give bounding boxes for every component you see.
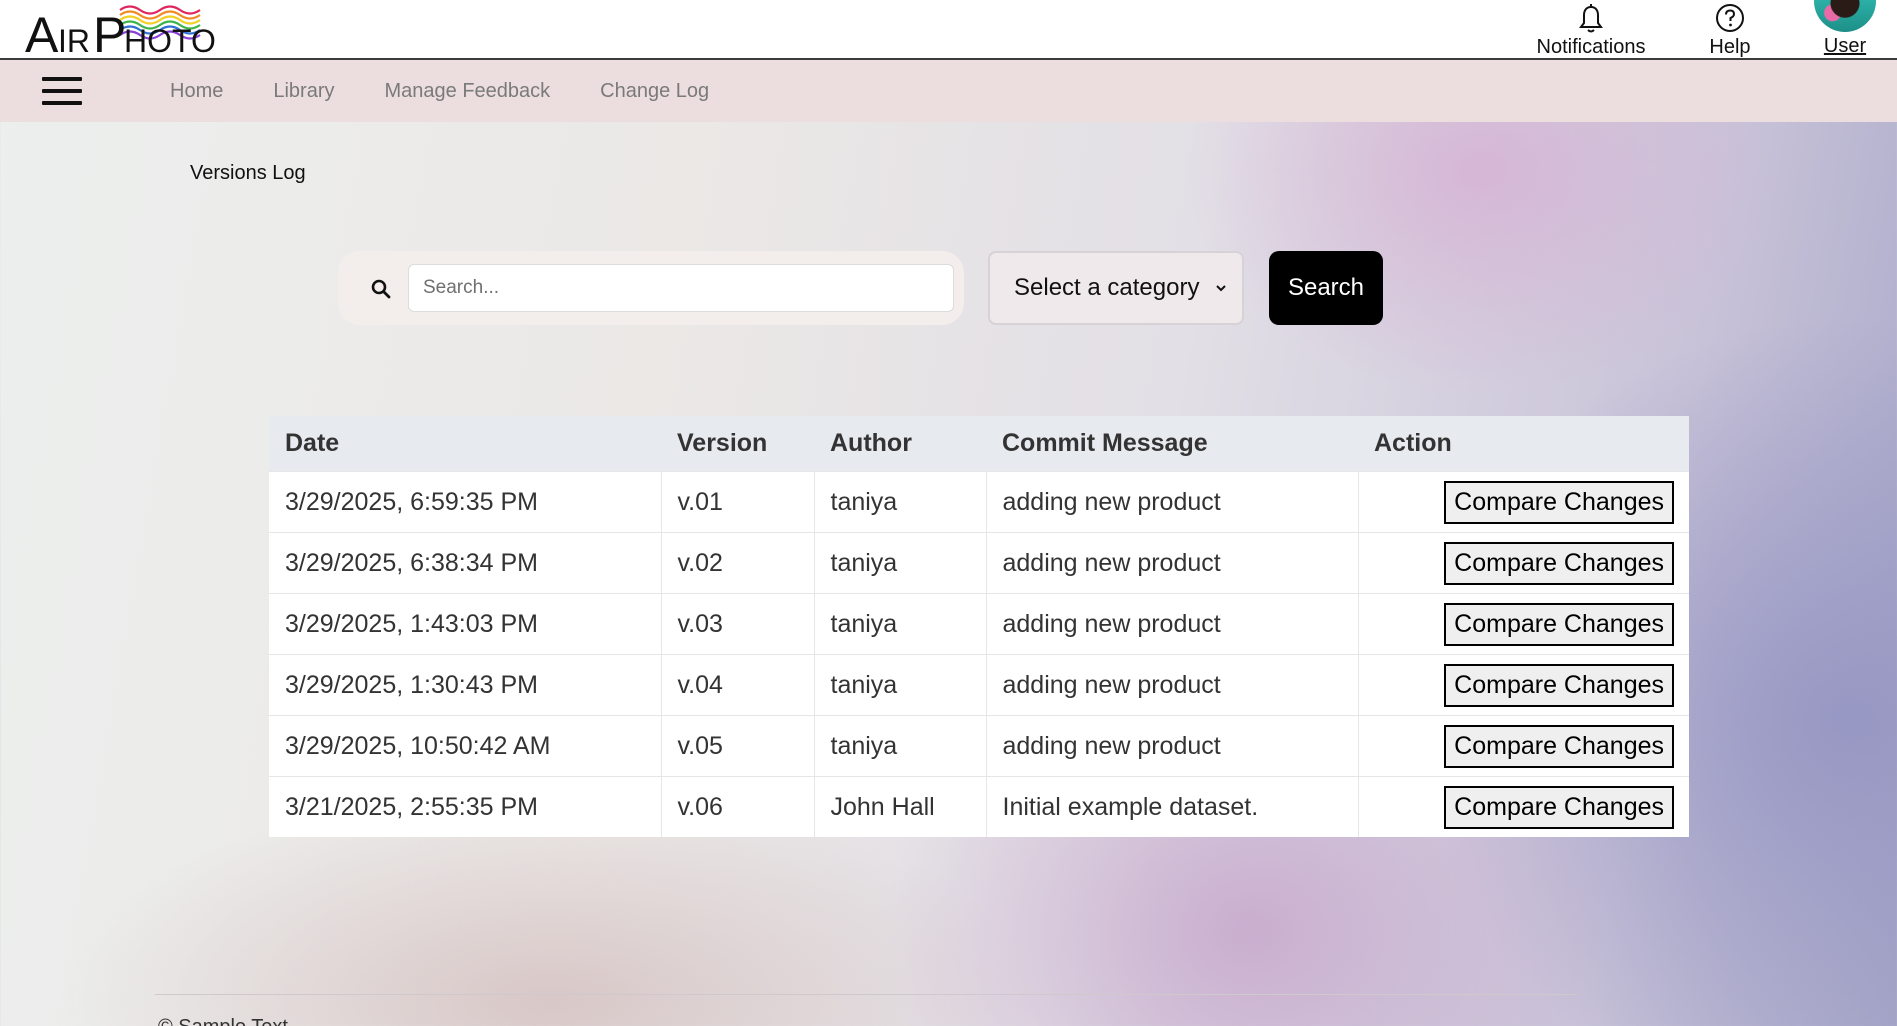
avatar <box>1814 0 1876 32</box>
nav-link-library[interactable]: Library <box>273 80 334 103</box>
notifications-label: Notifications <box>1536 36 1646 58</box>
compare-changes-button[interactable]: Compare Changes <box>1444 602 1674 646</box>
cell-action: Compare Changes <box>1358 593 1689 655</box>
cell-version: v.01 <box>661 471 815 533</box>
help-button[interactable]: Help <box>1700 0 1760 60</box>
cell-author: taniya <box>814 532 987 594</box>
cell-author: taniya <box>814 593 987 655</box>
column-header-version: Version <box>661 416 814 472</box>
compare-changes-button[interactable]: Compare Changes <box>1444 480 1674 524</box>
cell-version: v.04 <box>661 654 815 716</box>
table-row: 3/29/2025, 6:59:35 PM v.01 taniya adding… <box>269 471 1689 533</box>
cell-commit-message: adding new product <box>986 471 1359 533</box>
cell-author: taniya <box>814 654 987 716</box>
top-header: A IR P HOTON Notifications Help User <box>0 0 1897 60</box>
footer-text: © Sample Text <box>158 1016 288 1026</box>
column-header-author: Author <box>814 416 986 472</box>
svg-text:IR: IR <box>58 23 90 56</box>
svg-text:A: A <box>25 7 59 56</box>
cell-commit-message: adding new product <box>986 715 1359 777</box>
search-box <box>338 251 964 325</box>
nav-link-manage-feedback[interactable]: Manage Feedback <box>385 80 551 103</box>
column-header-commit-message: Commit Message <box>986 416 1358 472</box>
column-header-action: Action <box>1358 416 1689 472</box>
category-select-value: Select a category <box>1014 274 1200 301</box>
cell-action: Compare Changes <box>1358 654 1689 716</box>
cell-commit-message: adding new product <box>986 654 1359 716</box>
cell-version: v.03 <box>661 593 815 655</box>
airphoton-logo[interactable]: A IR P HOTON <box>25 0 215 56</box>
notifications-button[interactable]: Notifications <box>1535 0 1647 60</box>
compare-changes-button[interactable]: Compare Changes <box>1444 724 1674 768</box>
category-select[interactable]: Select a category <box>988 251 1244 325</box>
table-row: 3/29/2025, 6:38:34 PM v.02 taniya adding… <box>269 532 1689 594</box>
nav-bar: Home Library Manage Feedback Change Log <box>0 60 1897 122</box>
nav-link-home[interactable]: Home <box>170 80 223 103</box>
cell-action: Compare Changes <box>1358 715 1689 777</box>
search-input[interactable] <box>408 264 954 312</box>
cell-date: 3/29/2025, 1:43:03 PM <box>269 593 662 655</box>
cell-date: 3/21/2025, 2:55:35 PM <box>269 776 662 837</box>
table-row: 3/29/2025, 1:30:43 PM v.04 taniya adding… <box>269 654 1689 716</box>
versions-table: Date Version Author Commit Message Actio… <box>269 416 1689 837</box>
search-icon <box>371 279 391 299</box>
user-menu[interactable]: User <box>1813 0 1877 60</box>
svg-text:HOTON: HOTON <box>124 23 215 56</box>
cell-version: v.02 <box>661 532 815 594</box>
cell-date: 3/29/2025, 1:30:43 PM <box>269 654 662 716</box>
table-row: 3/21/2025, 2:55:35 PM v.06 John Hall Ini… <box>269 776 1689 837</box>
cell-commit-message: Initial example dataset. <box>986 776 1359 837</box>
hamburger-icon[interactable] <box>42 77 82 105</box>
cell-action: Compare Changes <box>1358 471 1689 533</box>
compare-changes-button[interactable]: Compare Changes <box>1444 785 1674 829</box>
question-circle-icon <box>1714 0 1746 34</box>
compare-changes-button[interactable]: Compare Changes <box>1444 663 1674 707</box>
cell-version: v.05 <box>661 715 815 777</box>
compare-changes-button[interactable]: Compare Changes <box>1444 541 1674 585</box>
bell-icon <box>1578 0 1604 34</box>
column-header-date: Date <box>269 416 661 472</box>
table-row: 3/29/2025, 1:43:03 PM v.03 taniya adding… <box>269 593 1689 655</box>
search-button[interactable]: Search <box>1269 251 1383 325</box>
cell-date: 3/29/2025, 10:50:42 AM <box>269 715 662 777</box>
cell-action: Compare Changes <box>1358 776 1689 837</box>
help-label: Help <box>1709 36 1751 58</box>
cell-version: v.06 <box>661 776 815 837</box>
cell-date: 3/29/2025, 6:38:34 PM <box>269 532 662 594</box>
cell-author: John Hall <box>814 776 987 837</box>
cell-commit-message: adding new product <box>986 593 1359 655</box>
nav-links: Home Library Manage Feedback Change Log <box>170 60 759 122</box>
svg-text:P: P <box>93 7 126 56</box>
chevron-down-icon <box>1216 285 1226 292</box>
cell-date: 3/29/2025, 6:59:35 PM <box>269 471 662 533</box>
table-header-row: Date Version Author Commit Message Actio… <box>269 416 1689 472</box>
cell-action: Compare Changes <box>1358 532 1689 594</box>
user-label[interactable]: User <box>1824 35 1866 58</box>
cell-commit-message: adding new product <box>986 532 1359 594</box>
footer-divider <box>155 994 1577 995</box>
cell-author: taniya <box>814 715 987 777</box>
nav-link-change-log[interactable]: Change Log <box>600 80 709 103</box>
page-title: Versions Log <box>190 162 306 184</box>
table-row: 3/29/2025, 10:50:42 AM v.05 taniya addin… <box>269 715 1689 777</box>
cell-author: taniya <box>814 471 987 533</box>
